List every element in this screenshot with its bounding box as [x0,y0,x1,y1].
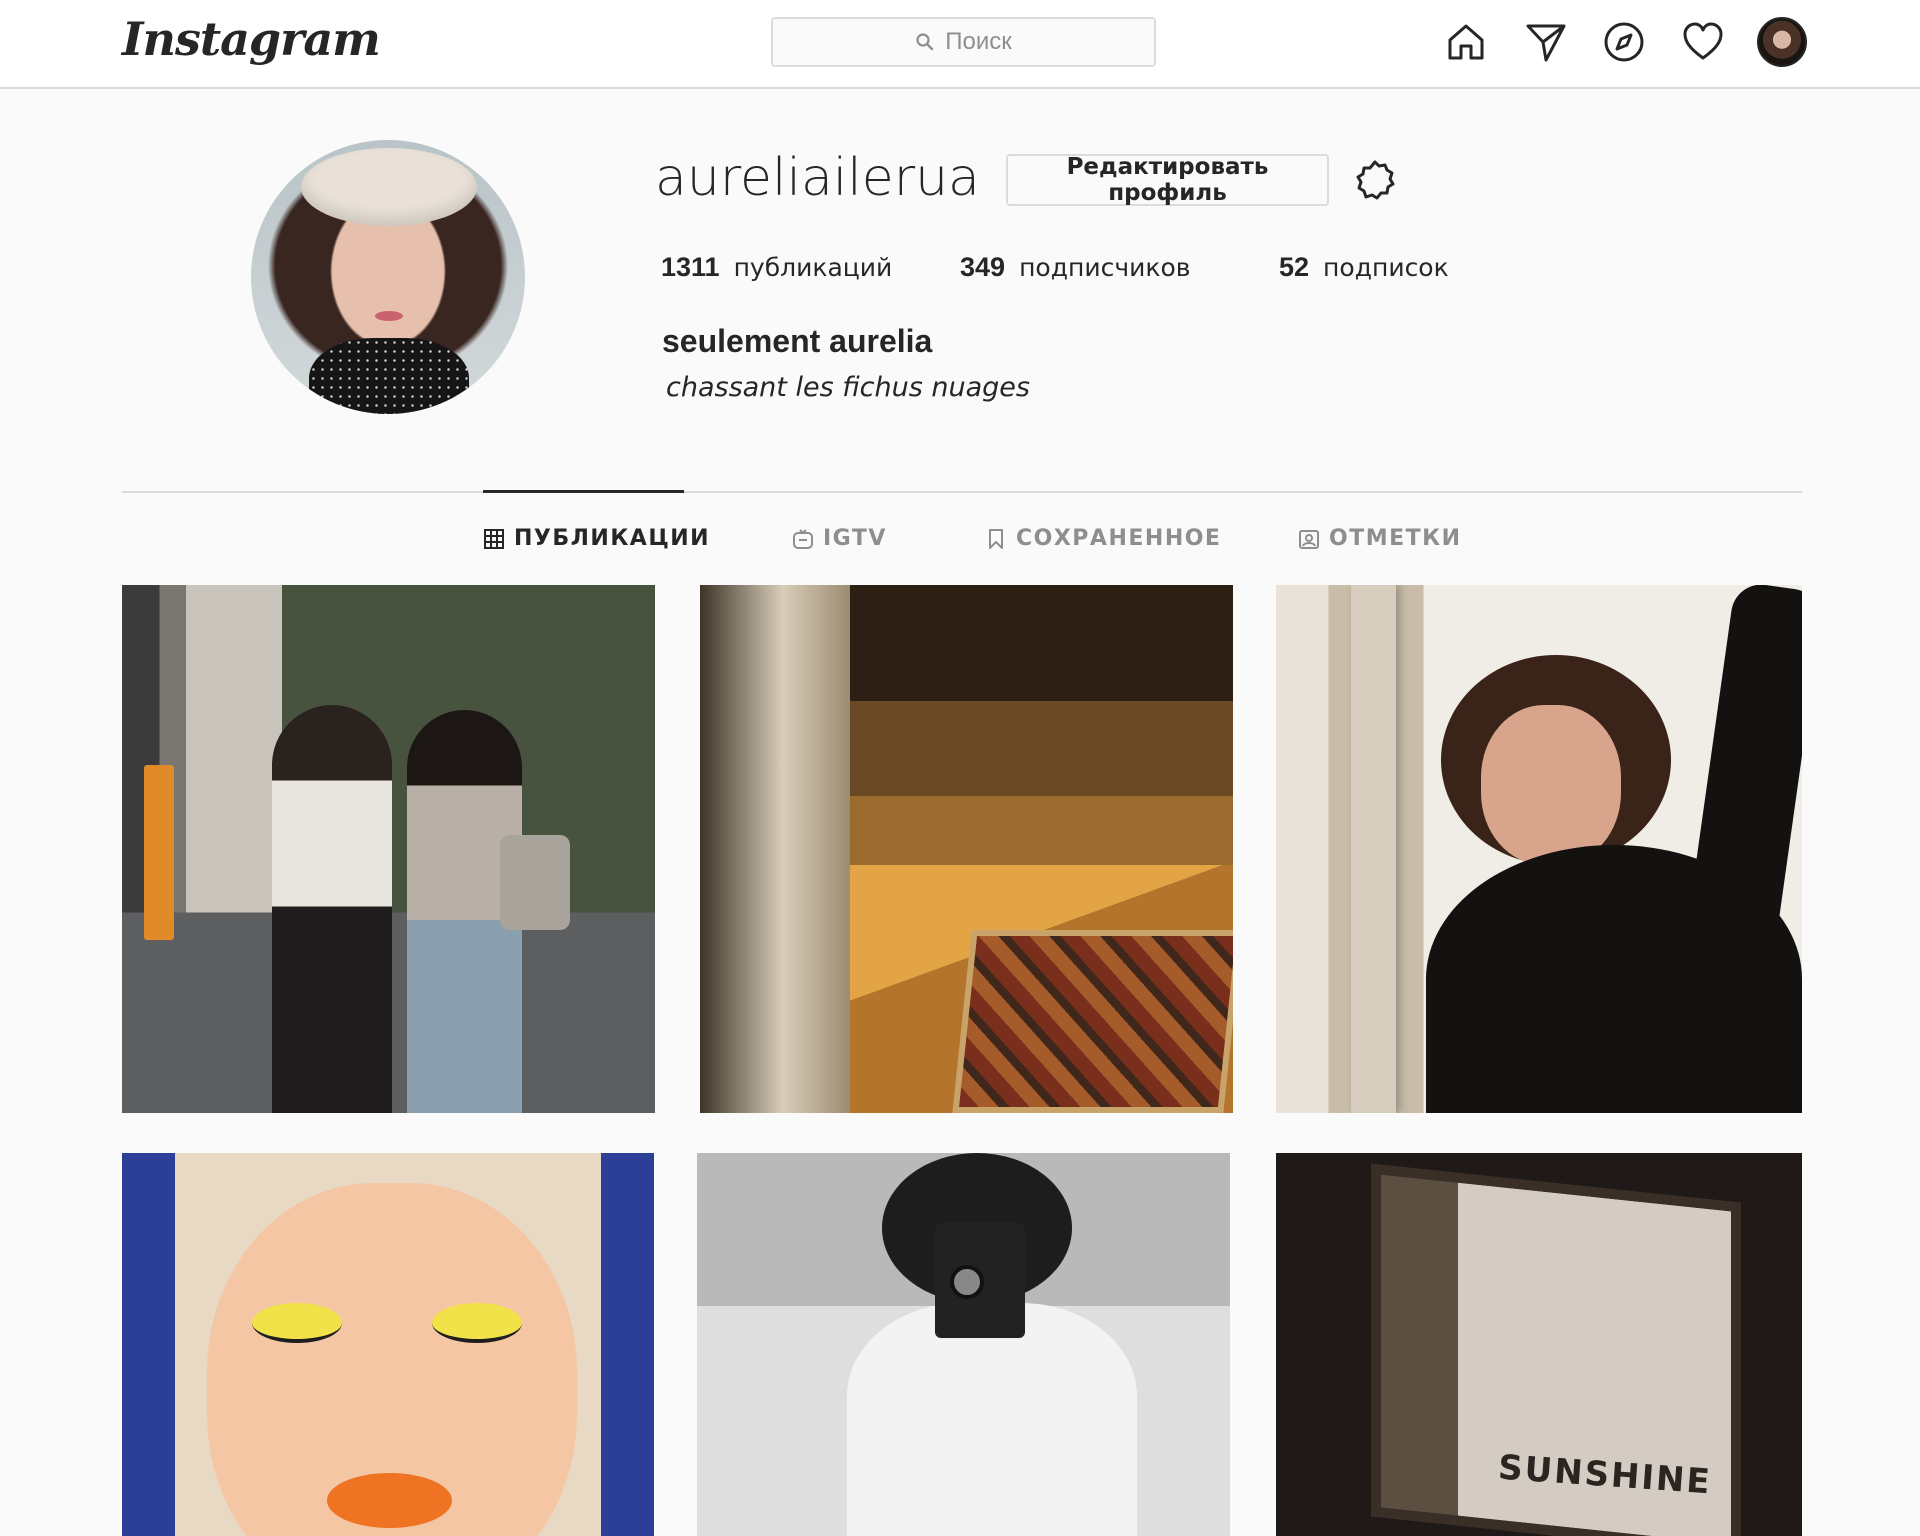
post-thumbnail[interactable] [1276,585,1802,1113]
post-detail [144,765,174,940]
search-icon [916,33,934,51]
bookmark-icon [989,528,1003,549]
tab-tagged-label: ОТМЕТКИ [1329,526,1462,551]
tab-posts-label: ПУБЛИКАЦИИ [514,526,711,551]
post-thumbnail[interactable] [122,1153,654,1536]
settings-gear-icon[interactable] [1353,158,1397,202]
tab-saved-label: СОХРАНЕННОЕ [1016,526,1222,551]
post-thumbnail[interactable]: SUNSHINE [1276,1153,1802,1536]
post-detail [272,705,392,1113]
post-detail [327,1473,452,1528]
home-icon[interactable] [1442,18,1490,66]
post-detail [432,1303,522,1343]
followers-label: подписчиков [1019,253,1191,282]
profile-picture[interactable] [251,140,525,414]
followers-count-stat[interactable]: 349 подписчиков [960,252,1190,283]
post-detail [1481,705,1621,865]
posts-count-stat: 1311 публикаций [661,252,892,283]
post-detail [1351,585,1396,1113]
search-input[interactable]: Поиск [771,17,1156,67]
profile-full-name: seulement aurelia [662,323,933,359]
igtv-icon [793,528,813,549]
tagged-icon [1299,529,1319,549]
avatar-beret [301,148,477,226]
post-detail [700,585,850,1113]
post-detail [252,1303,342,1343]
activity-heart-icon[interactable] [1679,18,1727,66]
explore-compass-icon[interactable] [1600,18,1648,66]
post-thumbnail[interactable] [122,585,655,1113]
avatar-lips [375,311,403,321]
avatar-turtleneck [309,338,469,414]
post-detail [1426,845,1802,1113]
following-count: 52 [1279,252,1310,282]
profile-avatar[interactable] [1757,17,1807,67]
following-count-stat[interactable]: 52 подписок [1279,252,1449,283]
posts-count: 1311 [661,252,720,282]
top-navigation-bar: Instagram Поиск [0,0,1920,89]
instagram-logo[interactable]: Instagram [122,12,381,66]
tabs-divider [122,491,1802,493]
direct-message-icon[interactable] [1522,18,1570,66]
tab-igtv[interactable]: IGTV [792,526,887,551]
profile-username: aureliailerua [655,148,980,208]
search-placeholder: Поиск [945,28,1012,55]
tab-igtv-label: IGTV [823,526,887,551]
tab-tagged[interactable]: ОТМЕТКИ [1298,526,1462,551]
edit-profile-button[interactable]: Редактировать профиль [1006,154,1329,206]
tab-saved[interactable]: СОХРАНЕННОЕ [985,526,1221,551]
post-detail [500,835,570,930]
post-thumbnail[interactable] [697,1153,1230,1536]
posts-label: публикаций [733,253,893,282]
post-detail [950,1265,984,1299]
following-label: подписок [1323,253,1449,282]
post-detail [952,930,1233,1113]
active-tab-indicator [483,490,684,493]
profile-bio: chassant les fichus nuages [666,372,1030,403]
tab-posts[interactable]: ПУБЛИКАЦИИ [483,526,710,551]
grid-icon [484,528,504,549]
post-thumbnail[interactable] [700,585,1233,1113]
followers-count: 349 [960,252,1006,282]
